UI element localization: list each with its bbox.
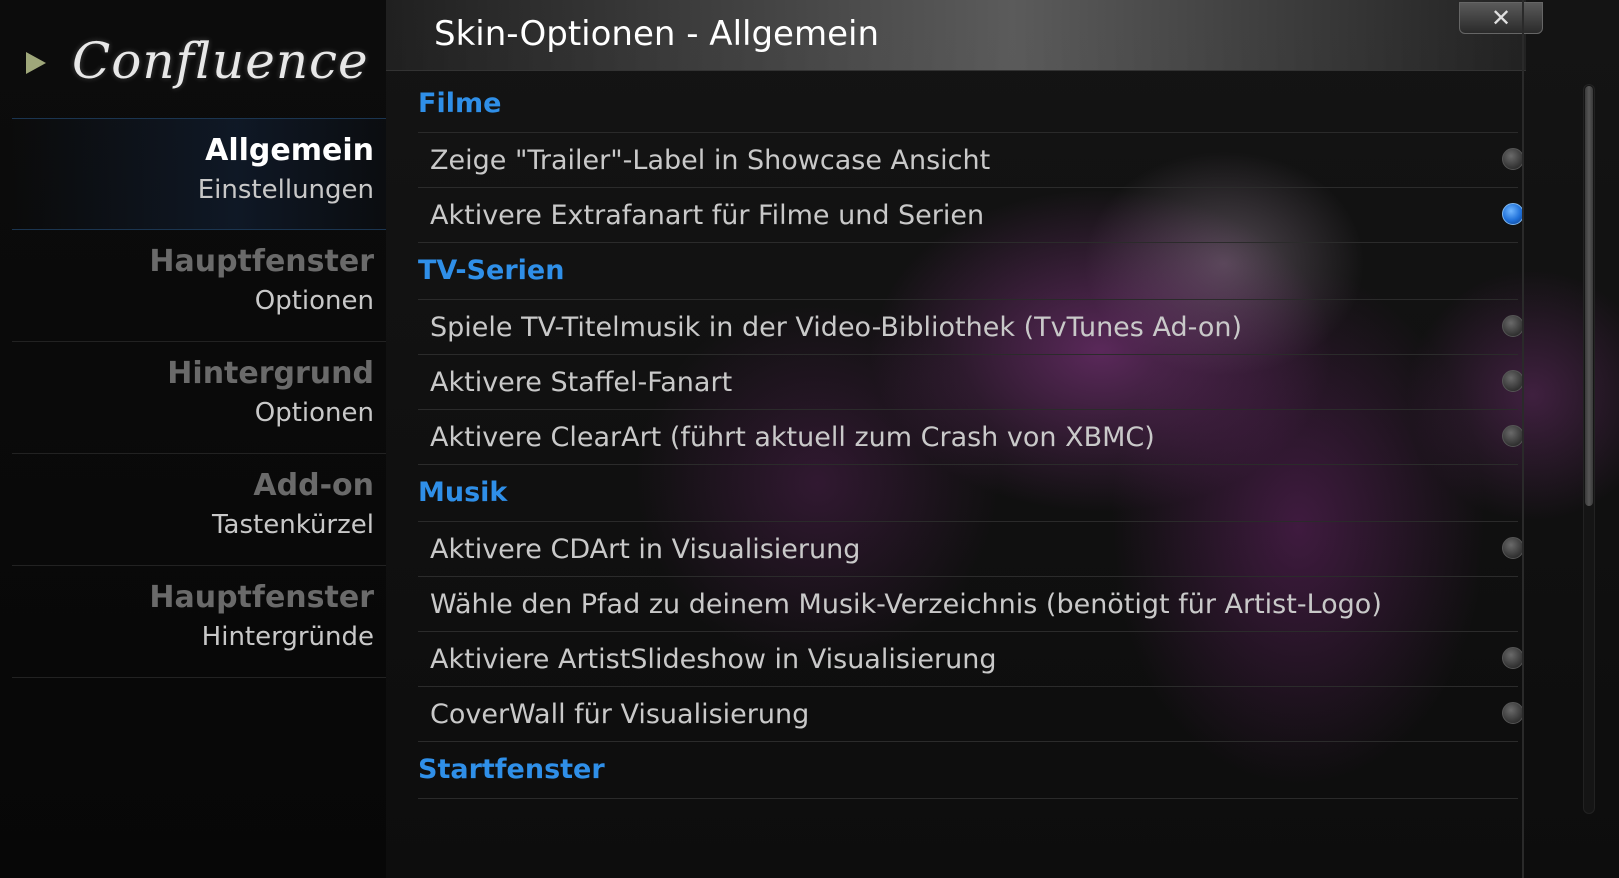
- settings-window: Confluence Allgemein Einstellungen Haupt…: [0, 0, 1619, 878]
- radio-off-icon[interactable]: [1502, 315, 1524, 337]
- setting-row-tvtunes[interactable]: Spiele TV-Titelmusik in der Video-Biblio…: [418, 300, 1524, 355]
- sidebar-item-hintergrund[interactable]: Hintergrund Optionen: [12, 342, 386, 454]
- setting-row-staffel-fanart[interactable]: Aktivere Staffel-Fanart: [418, 355, 1524, 410]
- sidebar-item-subtitle: Einstellungen: [197, 175, 374, 205]
- dialog-title: Skin-Optionen - Allgemein: [434, 14, 879, 54]
- confluence-logo: Confluence: [22, 32, 368, 102]
- section-header-tvserien: TV-Serien: [418, 243, 1518, 300]
- section-label: Startfenster: [418, 754, 605, 785]
- setting-label: CoverWall für Visualisierung: [430, 699, 810, 730]
- section-header-musik: Musik: [418, 465, 1518, 522]
- sidebar-item-title: Hauptfenster: [149, 244, 374, 279]
- section-header-filme: Filme: [418, 76, 1518, 133]
- sidebar-item-hauptfenster-hintergruende[interactable]: Hauptfenster Hintergründe: [12, 566, 386, 678]
- section-label: Filme: [418, 88, 502, 119]
- scrollbar[interactable]: [1583, 84, 1595, 814]
- sidebar-item-subtitle: Tastenkürzel: [211, 510, 374, 540]
- radio-off-icon[interactable]: [1502, 370, 1524, 392]
- setting-row-artistslideshow[interactable]: Aktiviere ArtistSlideshow in Visualisier…: [418, 632, 1524, 687]
- radio-off-icon[interactable]: [1502, 148, 1524, 170]
- section-label: TV-Serien: [418, 255, 565, 286]
- sidebar-item-subtitle: Optionen: [254, 286, 374, 316]
- setting-label: Aktiviere ArtistSlideshow in Visualisier…: [430, 644, 997, 675]
- settings-list: Filme Zeige "Trailer"-Label in Showcase …: [418, 76, 1524, 799]
- sidebar-item-title: Add-on: [253, 468, 374, 503]
- close-icon: ✕: [1490, 4, 1512, 32]
- setting-label: Zeige "Trailer"-Label in Showcase Ansich…: [430, 145, 991, 176]
- radio-off-icon[interactable]: [1502, 702, 1524, 724]
- setting-label: Aktivere ClearArt (führt aktuell zum Cra…: [430, 422, 1155, 453]
- sidebar-item-subtitle: Hintergründe: [201, 622, 374, 652]
- setting-row-extrafanart[interactable]: Aktivere Extrafanart für Filme und Serie…: [418, 188, 1524, 243]
- title-bar: Skin-Optionen - Allgemein: [386, 0, 1526, 71]
- play-triangle-icon: [26, 52, 46, 74]
- radio-on-icon[interactable]: [1502, 203, 1524, 225]
- setting-row-cdart[interactable]: Aktivere CDArt in Visualisierung: [418, 522, 1524, 577]
- settings-panel: Skin-Optionen - Allgemein ✕ Filme Zeige …: [386, 0, 1619, 878]
- setting-label: Aktivere Extrafanart für Filme und Serie…: [430, 200, 985, 231]
- section-header-startfenster: Startfenster: [418, 742, 1518, 799]
- setting-label: Aktivere Staffel-Fanart: [430, 367, 733, 398]
- setting-row-trailer-label[interactable]: Zeige "Trailer"-Label in Showcase Ansich…: [418, 133, 1524, 188]
- sidebar-item-subtitle: Optionen: [254, 398, 374, 428]
- sidebar: Confluence Allgemein Einstellungen Haupt…: [0, 0, 386, 878]
- close-button[interactable]: ✕: [1459, 2, 1543, 34]
- section-label: Musik: [418, 477, 508, 508]
- setting-label: Spiele TV-Titelmusik in der Video-Biblio…: [430, 312, 1242, 343]
- radio-off-icon[interactable]: [1502, 425, 1524, 447]
- sidebar-item-title: Allgemein: [205, 133, 374, 168]
- radio-off-icon[interactable]: [1502, 647, 1524, 669]
- scrollbar-thumb[interactable]: [1585, 86, 1593, 506]
- logo-text: Confluence: [72, 32, 369, 90]
- sidebar-item-allgemein[interactable]: Allgemein Einstellungen: [12, 118, 386, 230]
- sidebar-item-title: Hintergrund: [167, 356, 374, 391]
- sidebar-nav: Allgemein Einstellungen Hauptfenster Opt…: [12, 118, 386, 678]
- setting-label: Aktivere CDArt in Visualisierung: [430, 534, 861, 565]
- setting-row-musik-pfad[interactable]: Wähle den Pfad zu deinem Musik-Verzeichn…: [418, 577, 1518, 632]
- sidebar-item-title: Hauptfenster: [149, 580, 374, 615]
- setting-label: Wähle den Pfad zu deinem Musik-Verzeichn…: [430, 589, 1382, 620]
- sidebar-item-hauptfenster-optionen[interactable]: Hauptfenster Optionen: [12, 230, 386, 342]
- radio-off-icon[interactable]: [1502, 537, 1524, 559]
- setting-row-clearart[interactable]: Aktivere ClearArt (führt aktuell zum Cra…: [418, 410, 1524, 465]
- window-edge: [1522, 0, 1524, 878]
- sidebar-item-addon[interactable]: Add-on Tastenkürzel: [12, 454, 386, 566]
- setting-row-coverwall[interactable]: CoverWall für Visualisierung: [418, 687, 1524, 742]
